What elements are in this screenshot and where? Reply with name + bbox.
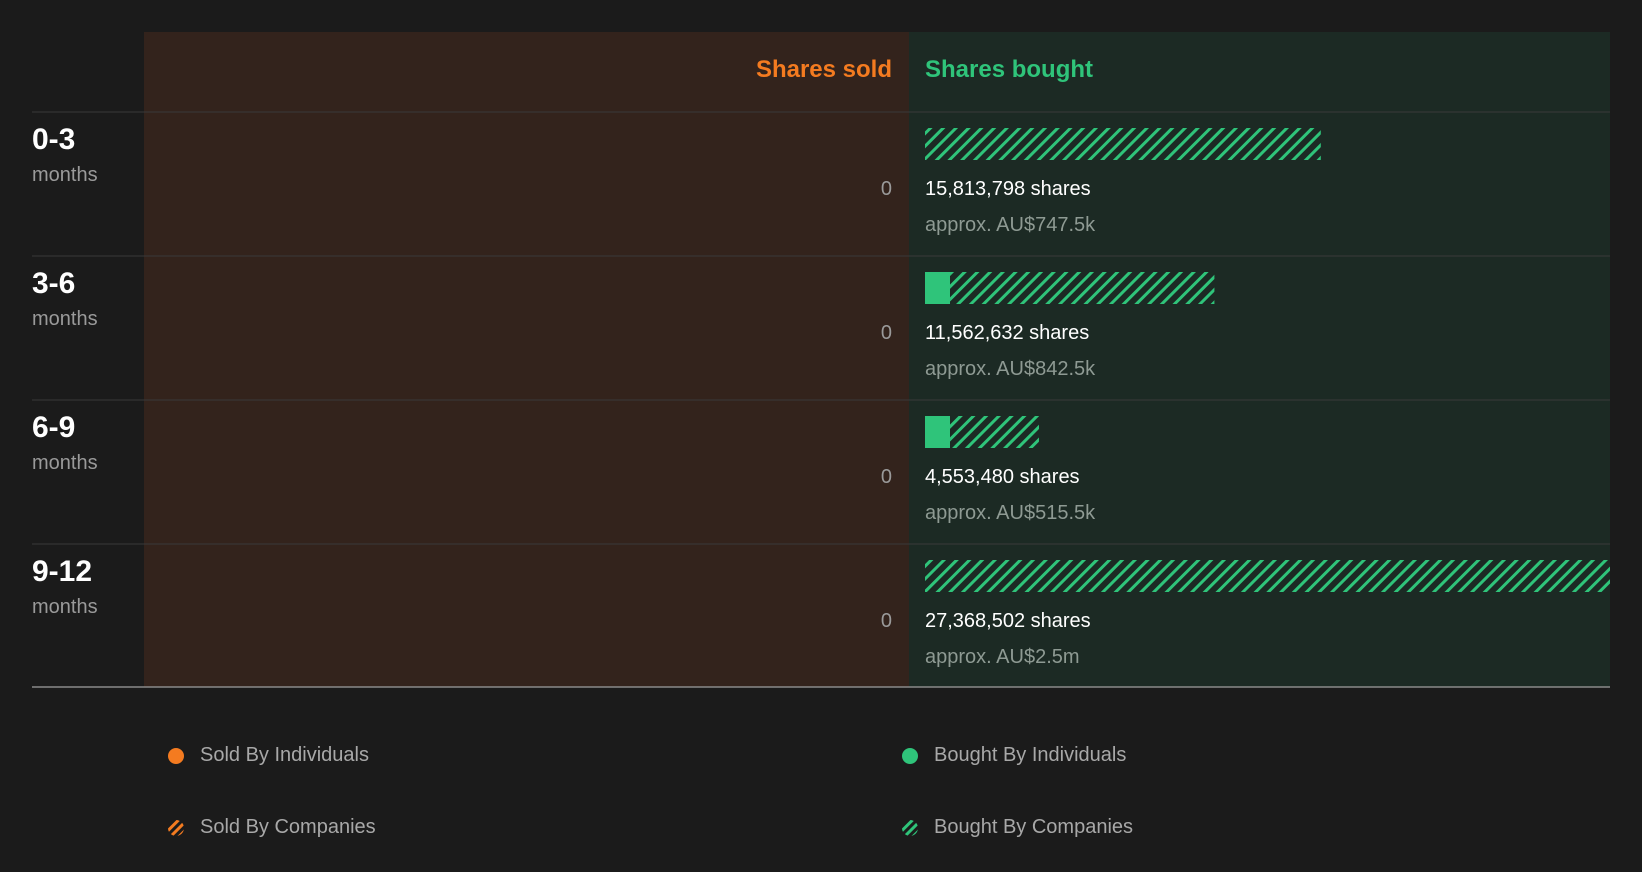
shares-bought-header: Shares bought (925, 56, 1094, 83)
bar-bought-companies (925, 128, 1321, 160)
legend-label: Bought By Individuals (934, 744, 1127, 766)
bar-bought-individuals (925, 416, 951, 448)
sold-value-label: 0 (880, 322, 892, 344)
row-unit: months (32, 164, 98, 186)
row-label: 9-12 months (32, 554, 98, 620)
row-range: 0-3 (32, 123, 76, 156)
bought-shares-label: 27,368,502 shares (925, 610, 1091, 632)
row-label: 0-3 months (32, 122, 98, 188)
orange-dot-icon (168, 747, 184, 764)
sold-value-label: 0 (880, 178, 892, 200)
legend-item-bought-individuals[interactable]: Bought By Individuals (902, 744, 1126, 767)
sold-value-label: 0 (880, 466, 892, 488)
bar-bought-companies (950, 416, 1039, 448)
legend-item-bought-companies[interactable]: Bought By Companies (902, 816, 1133, 839)
bought-value-label: approx. AU$747.5k (925, 214, 1096, 236)
legend-label: Sold By Individuals (200, 744, 369, 766)
row-label: 3-6 months (32, 266, 98, 332)
row-range: 6-9 (32, 411, 76, 444)
bar-bought-companies (925, 560, 1610, 592)
legend-label: Sold By Companies (200, 816, 376, 838)
bought-value-label: approx. AU$842.5k (925, 358, 1096, 380)
chart-legend: Sold By Individuals Sold By Companies Bo… (0, 740, 1642, 860)
legend-label: Bought By Companies (934, 816, 1134, 838)
bar-bought-individuals (925, 272, 951, 304)
sold-value-label: 0 (880, 610, 892, 632)
bought-shares-label: 15,813,798 shares (925, 178, 1091, 200)
row-label: 6-9 months (32, 410, 98, 476)
bought-shares-label: 11,562,632 shares (925, 322, 1090, 344)
bought-value-label: approx. AU$515.5k (925, 502, 1096, 524)
green-hatched-dot-icon (902, 819, 918, 836)
row-unit: months (32, 308, 98, 330)
bought-value-label: approx. AU$2.5m (925, 646, 1080, 668)
row-unit: months (32, 596, 98, 618)
legend-item-sold-companies[interactable]: Sold By Companies (168, 816, 376, 839)
row-range: 9-12 (32, 555, 93, 588)
legend-item-sold-individuals[interactable]: Sold By Individuals (168, 744, 369, 767)
shares-sold-header: Shares sold (755, 56, 892, 83)
row-unit: months (32, 452, 98, 474)
bar-bought-companies (950, 272, 1215, 304)
orange-hatched-dot-icon (168, 819, 184, 836)
bought-shares-label: 4,553,480 shares (925, 466, 1080, 488)
green-dot-icon (902, 747, 918, 764)
sold-panel (144, 32, 909, 687)
row-range: 3-6 (32, 267, 76, 300)
